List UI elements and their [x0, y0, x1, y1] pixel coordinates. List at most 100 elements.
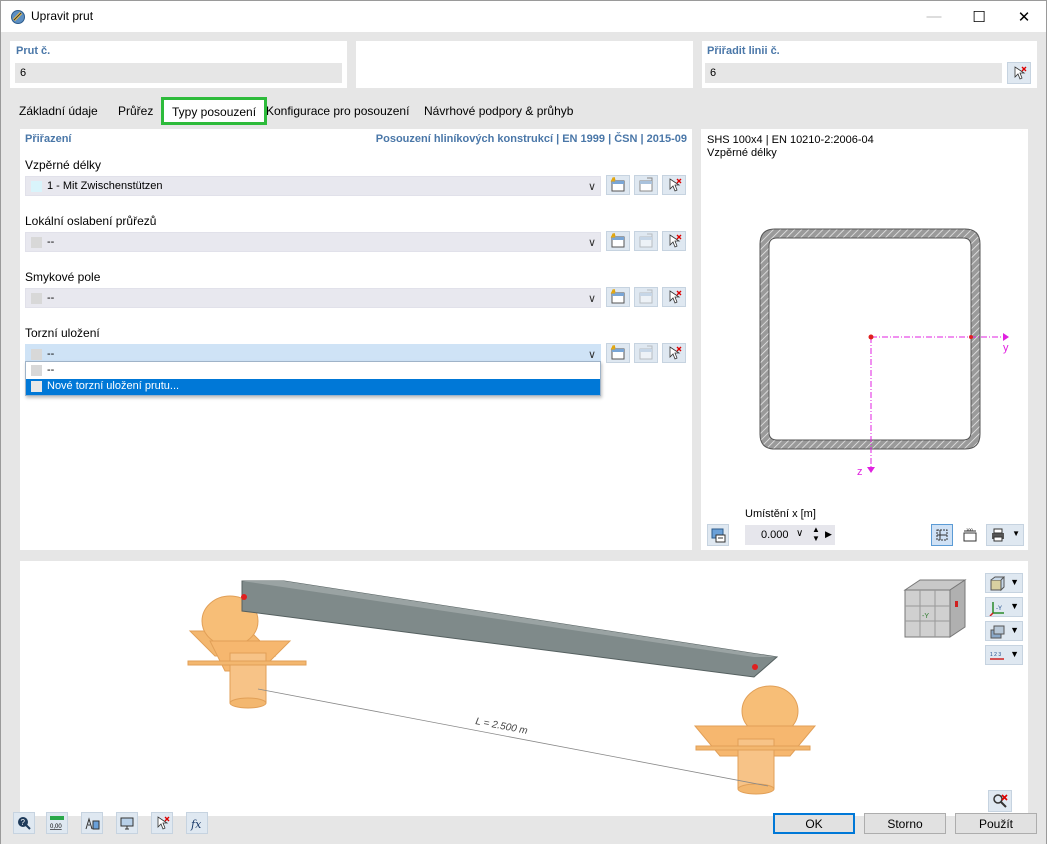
scale-icon: 100 [963, 527, 977, 542]
dimension-icon [936, 529, 948, 541]
cross-section-drawing: y z [759, 228, 1009, 478]
color-swatch [31, 365, 42, 376]
chevron-down-icon: ▼ [1010, 601, 1019, 611]
torsional-restraint-value: -- [47, 348, 55, 360]
local-weakening-select[interactable]: -- ∨ [25, 232, 601, 252]
scheme-icon [85, 817, 100, 830]
edit-item-icon [639, 289, 653, 304]
row2-edit-button[interactable] [634, 231, 658, 251]
svg-text:?: ? [21, 818, 26, 827]
title-bar: Upravit prut — ☐ ✕ [1, 1, 1046, 32]
row3-edit-button[interactable] [634, 287, 658, 307]
app-icon [11, 10, 25, 24]
pick-button[interactable] [151, 812, 173, 834]
assign-line-box: Přiřadit linii č. 6 [702, 41, 1037, 88]
member-no-box: Prut č. 6 [10, 41, 347, 88]
assign-line-field[interactable]: 6 [705, 63, 1002, 83]
location-value: 0.000 [761, 529, 789, 541]
row4-delete-button[interactable] [662, 343, 686, 363]
assignment-title: Přiřazení [25, 133, 72, 145]
dialog-window: Upravit prut — ☐ ✕ Prut č. 6 Přiřadit li… [0, 0, 1047, 844]
svg-text:-Y: -Y [996, 606, 1002, 612]
cube-face-label: -Y [922, 613, 929, 620]
axis-y-label: y [1003, 342, 1009, 354]
row1-edit-button[interactable] [634, 175, 658, 195]
tab-section[interactable]: Průřez [110, 100, 161, 122]
tab-basic[interactable]: Základní údaje [11, 100, 106, 122]
axis-view-button[interactable]: -Y ▼ [985, 597, 1023, 617]
new-item-icon [610, 233, 625, 248]
row4-edit-button[interactable] [634, 343, 658, 363]
color-swatch [31, 293, 42, 304]
dimension-toggle-button[interactable] [931, 524, 953, 546]
display-mode-button[interactable]: ▼ [985, 621, 1023, 641]
row2-delete-button[interactable] [662, 231, 686, 251]
pick-cursor-icon [1014, 66, 1027, 80]
row1-delete-button[interactable] [662, 175, 686, 195]
model-3d-view[interactable]: L = 2.500 m -Y ▼ -Y ▼ ▼ 1 2 3 ▼ [20, 561, 1028, 816]
view-cube[interactable]: -Y [900, 575, 970, 645]
assign-line-label: Přiřadit linii č. [707, 45, 780, 57]
axis-icon: -Y [989, 602, 1004, 616]
view-mode-button[interactable]: ▼ [985, 573, 1023, 593]
color-swatch [31, 237, 42, 248]
chevron-down-icon: ∨ [587, 293, 596, 305]
numbering-icon: 1 2 3 [990, 652, 1004, 660]
close-button[interactable]: ✕ [1001, 1, 1047, 32]
ok-button[interactable]: OK [773, 813, 855, 834]
minimize-button[interactable]: — [911, 1, 957, 32]
dropdown-option-none[interactable]: -- [26, 363, 600, 379]
printer-icon [992, 528, 1004, 542]
new-item-icon [610, 345, 625, 360]
print-button[interactable]: ▼ [986, 524, 1024, 546]
maximize-button[interactable]: ☐ [956, 1, 1002, 32]
local-weakening-value: -- [47, 236, 55, 248]
edit-item-icon [639, 177, 653, 192]
beam-3d-drawing: L = 2.500 m [187, 580, 817, 795]
member-no-label: Prut č. [16, 45, 51, 57]
member-no-field: 6 [15, 63, 342, 83]
row4-new-button[interactable] [606, 343, 630, 363]
scale-button[interactable]: 100 [959, 524, 981, 546]
delete-pick-icon [669, 290, 682, 304]
export-image-button[interactable] [707, 524, 729, 546]
length-label: L = 2.500 m [474, 716, 528, 737]
chevron-down-icon: ∨ [587, 349, 596, 361]
spinner-arrows-icon[interactable]: ▲ ▼ [812, 525, 820, 543]
delete-pick-icon [669, 234, 682, 248]
units-button[interactable]: 0,00 [46, 812, 68, 834]
zoom-reset-icon [993, 794, 1008, 808]
pick-line-button[interactable] [1007, 62, 1031, 84]
formula-button[interactable]: fx [186, 812, 208, 834]
tab-design-supports[interactable]: Návrhové podpory & průhyb [416, 100, 581, 122]
next-location-icon[interactable]: ▶ [825, 529, 832, 540]
help-button[interactable]: ? [13, 812, 35, 834]
torsional-restraint-dropdown[interactable]: -- Nové torzní uložení prutu... [25, 361, 601, 396]
cube-view-icon [990, 576, 1005, 592]
chevron-down-icon: ▼ [1010, 649, 1019, 659]
tab-design-config[interactable]: Konfigurace pro posouzení [258, 100, 417, 122]
help-icon: ? [18, 817, 31, 830]
shear-panel-select[interactable]: -- ∨ [25, 288, 601, 308]
tab-design-types[interactable]: Typy posouzení [161, 97, 268, 125]
color-swatch [31, 381, 42, 392]
display-settings-button[interactable] [116, 812, 138, 834]
row1-new-button[interactable] [606, 175, 630, 195]
local-weakening-label: Lokální oslabení průřezů [25, 214, 157, 228]
apply-button[interactable]: Použít [955, 813, 1037, 834]
reset-view-button[interactable] [988, 790, 1012, 812]
dropdown-option-new[interactable]: Nové torzní uložení prutu... [26, 379, 600, 395]
window-title: Upravit prut [31, 9, 94, 23]
numbering-button[interactable]: 1 2 3 ▼ [985, 645, 1023, 665]
torsional-restraint-label: Torzní uložení [25, 326, 100, 340]
empty-header-box [356, 41, 693, 88]
row2-new-button[interactable] [606, 231, 630, 251]
scheme-button[interactable] [81, 812, 103, 834]
location-spinner[interactable]: 0.000 ∨ ▲ ▼ ▶ [745, 525, 835, 545]
chevron-down-icon: ∨ [587, 237, 596, 249]
row3-new-button[interactable] [606, 287, 630, 307]
buckling-length-select[interactable]: 1 - Mit Zwischenstützen ∨ [25, 176, 601, 196]
row3-delete-button[interactable] [662, 287, 686, 307]
cancel-button[interactable]: Storno [864, 813, 946, 834]
chevron-down-icon[interactable]: ∨ [796, 528, 803, 539]
